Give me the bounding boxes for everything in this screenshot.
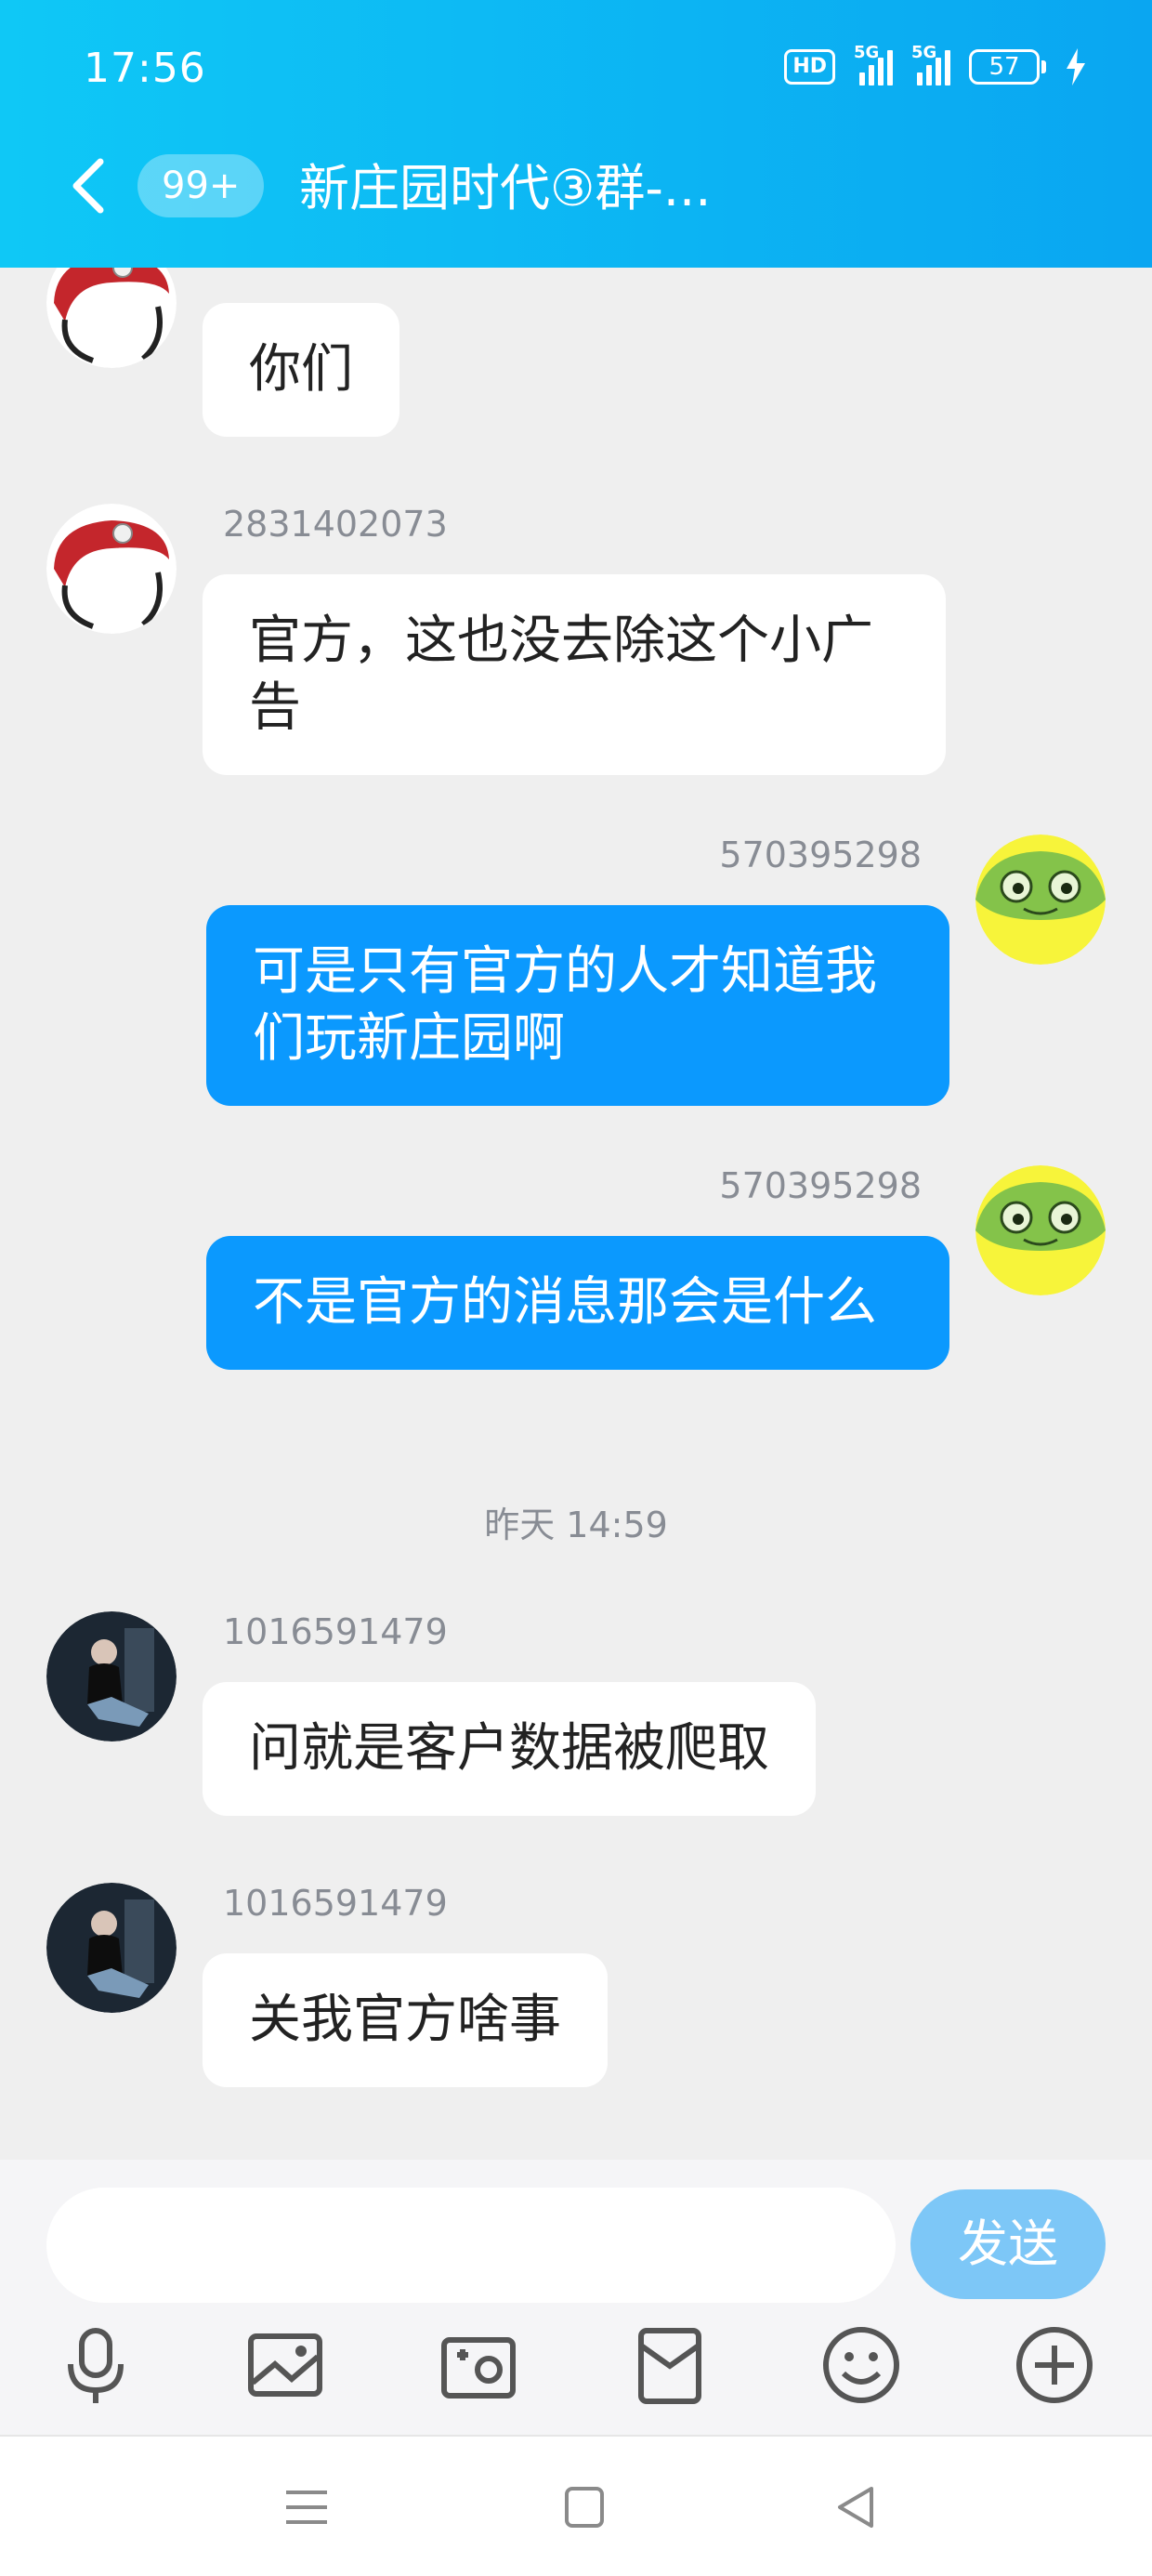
unread-badge[interactable]: 99+ [137,154,265,217]
message-bubble[interactable]: 关我官方啥事 [203,1953,608,2087]
back-nav-icon[interactable] [827,2477,886,2537]
avatar[interactable] [46,504,177,634]
signal-label: 5G [911,43,937,62]
emoji-icon[interactable] [819,2323,903,2407]
system-nav-bar [0,2435,1152,2576]
message-bubble[interactable]: 可是只有官方的人才知道我们玩新庄园啊 [206,905,949,1106]
sender-nickname: 570395298 [719,835,922,875]
photo-avatar-icon [46,1883,177,2013]
charging-icon [1067,48,1085,85]
signal-label: 5G [854,43,880,62]
menu-icon[interactable] [277,2477,336,2537]
avatar[interactable] [975,1165,1106,1295]
frog-avatar-icon [975,835,1106,965]
message-bubble[interactable]: 不是官方的消息那会是什么 [206,1236,949,1370]
camera-icon[interactable] [437,2323,520,2407]
sender-nickname: 570395298 [719,1165,922,1206]
back-icon[interactable] [65,156,111,216]
signal-icon: 5G [854,43,893,85]
time-divider: 昨天 14:59 [484,1505,668,1545]
chat-title[interactable]: 新庄园时代③群-... [299,156,711,221]
mic-icon[interactable] [54,2323,137,2407]
status-time: 17:56 [84,45,206,92]
sender-nickname: 1016591479 [223,1883,448,1924]
avatar[interactable] [46,1611,177,1741]
photo-avatar-icon [46,1611,177,1741]
red-packet-icon[interactable] [628,2323,712,2407]
red-beret-avatar-icon [46,268,177,368]
plus-icon[interactable] [1013,2323,1096,2407]
status-icons: HD 5G 5G 57 [784,43,1087,85]
input-bar: 发送 [0,2160,1152,2435]
hd-icon: HD [784,49,835,85]
battery-icon: 57 [969,49,1046,85]
message-bubble[interactable]: 问就是客户数据被爬取 [203,1682,816,1816]
avatar[interactable] [46,268,177,368]
signal-icon: 5G [911,43,950,85]
message-input[interactable] [46,2188,896,2303]
frog-avatar-icon [975,1165,1106,1295]
chat-screen: 17:56 HD 5G 5G 57 99+ 新庄园时代③群-... 你们 283… [0,0,1152,2576]
sender-nickname: 2831402073 [223,504,448,545]
message-list[interactable]: 你们 2831402073 官方，这也没去除这个小广告 570395298 可是… [0,268,1152,2160]
avatar[interactable] [46,1883,177,2013]
message-bubble[interactable]: 官方，这也没去除这个小广告 [203,574,946,775]
red-beret-avatar-icon [46,504,177,634]
image-icon[interactable] [243,2323,327,2407]
send-button[interactable]: 发送 [910,2189,1106,2299]
battery-level: 57 [969,49,1040,85]
chat-header: 17:56 HD 5G 5G 57 99+ 新庄园时代③群-... [0,0,1152,268]
message-bubble[interactable]: 你们 [203,303,399,437]
home-icon[interactable] [554,2477,613,2537]
avatar[interactable] [975,835,1106,965]
sender-nickname: 1016591479 [223,1611,448,1652]
